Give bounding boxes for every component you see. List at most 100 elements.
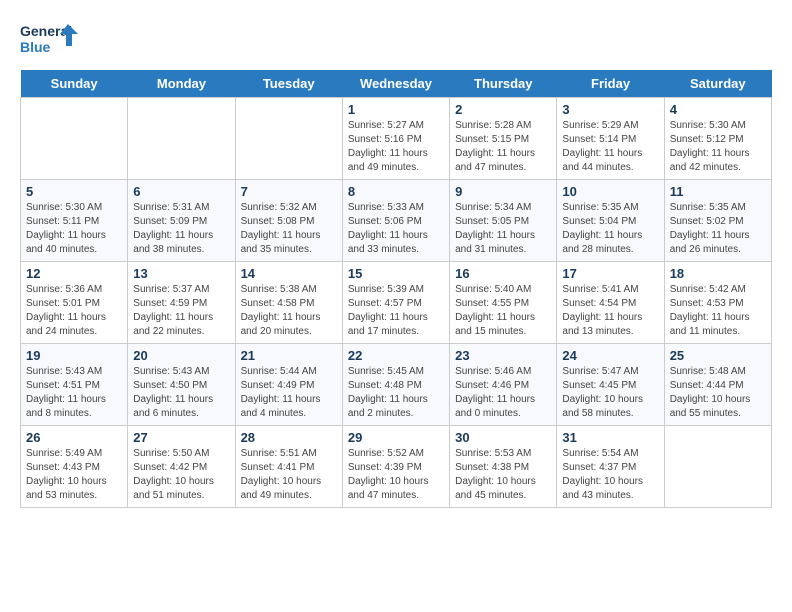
cell-info: Sunrise: 5:35 AM Sunset: 5:04 PM Dayligh…	[562, 201, 658, 257]
calendar-cell: 23 Sunrise: 5:46 AM Sunset: 4:46 PM Dayli…	[450, 344, 557, 426]
date-number: 3	[562, 102, 658, 117]
calendar-header: GeneralBlue	[20, 20, 772, 60]
cell-info: Sunrise: 5:34 AM Sunset: 5:05 PM Dayligh…	[455, 201, 551, 257]
cell-info: Sunrise: 5:51 AM Sunset: 4:41 PM Dayligh…	[241, 447, 337, 503]
cell-info: Sunrise: 5:32 AM Sunset: 5:08 PM Dayligh…	[241, 201, 337, 257]
cell-info: Sunrise: 5:48 AM Sunset: 4:44 PM Dayligh…	[670, 365, 766, 421]
logo-svg: GeneralBlue	[20, 20, 80, 60]
date-number: 11	[670, 184, 766, 199]
cell-info: Sunrise: 5:39 AM Sunset: 4:57 PM Dayligh…	[348, 283, 444, 339]
calendar-table: SundayMondayTuesdayWednesdayThursdayFrid…	[20, 70, 772, 508]
cell-info: Sunrise: 5:40 AM Sunset: 4:55 PM Dayligh…	[455, 283, 551, 339]
date-number: 27	[133, 430, 229, 445]
date-number: 31	[562, 430, 658, 445]
calendar-cell: 22 Sunrise: 5:45 AM Sunset: 4:48 PM Dayli…	[342, 344, 449, 426]
calendar-cell: 20 Sunrise: 5:43 AM Sunset: 4:50 PM Dayli…	[128, 344, 235, 426]
date-number: 29	[348, 430, 444, 445]
date-number: 4	[670, 102, 766, 117]
date-number: 7	[241, 184, 337, 199]
calendar-cell: 31 Sunrise: 5:54 AM Sunset: 4:37 PM Dayli…	[557, 426, 664, 508]
calendar-cell: 30 Sunrise: 5:53 AM Sunset: 4:38 PM Dayli…	[450, 426, 557, 508]
calendar-cell	[128, 98, 235, 180]
calendar-cell	[21, 98, 128, 180]
calendar-cell: 10 Sunrise: 5:35 AM Sunset: 5:04 PM Dayli…	[557, 180, 664, 262]
cell-info: Sunrise: 5:47 AM Sunset: 4:45 PM Dayligh…	[562, 365, 658, 421]
calendar-cell: 21Sunrise: 5:44 AM Sunset: 4:49 PM Dayli…	[235, 344, 342, 426]
day-header-thursday: Thursday	[450, 70, 557, 98]
week-row-5: 26 Sunrise: 5:49 AM Sunset: 4:43 PM Dayli…	[21, 426, 772, 508]
date-number: 23	[455, 348, 551, 363]
calendar-cell: 13 Sunrise: 5:37 AM Sunset: 4:59 PM Dayli…	[128, 262, 235, 344]
week-row-1: 1 Sunrise: 5:27 AM Sunset: 5:16 PM Daylig…	[21, 98, 772, 180]
date-number: 10	[562, 184, 658, 199]
date-number: 28	[241, 430, 337, 445]
date-number: 5	[26, 184, 122, 199]
week-row-2: 5 Sunrise: 5:30 AM Sunset: 5:11 PM Daylig…	[21, 180, 772, 262]
cell-info: Sunrise: 5:46 AM Sunset: 4:46 PM Dayligh…	[455, 365, 551, 421]
svg-text:Blue: Blue	[20, 39, 51, 55]
cell-info: Sunrise: 5:30 AM Sunset: 5:12 PM Dayligh…	[670, 119, 766, 175]
cell-info: Sunrise: 5:43 AM Sunset: 4:50 PM Dayligh…	[133, 365, 229, 421]
cell-info: Sunrise: 5:33 AM Sunset: 5:06 PM Dayligh…	[348, 201, 444, 257]
date-number: 18	[670, 266, 766, 281]
date-number: 1	[348, 102, 444, 117]
calendar-cell: 1 Sunrise: 5:27 AM Sunset: 5:16 PM Daylig…	[342, 98, 449, 180]
cell-info: Sunrise: 5:53 AM Sunset: 4:38 PM Dayligh…	[455, 447, 551, 503]
day-header-tuesday: Tuesday	[235, 70, 342, 98]
calendar-cell: 12 Sunrise: 5:36 AM Sunset: 5:01 PM Dayli…	[21, 262, 128, 344]
date-number: 25	[670, 348, 766, 363]
cell-info: Sunrise: 5:43 AM Sunset: 4:51 PM Dayligh…	[26, 365, 122, 421]
day-header-saturday: Saturday	[664, 70, 771, 98]
cell-info: Sunrise: 5:42 AM Sunset: 4:53 PM Dayligh…	[670, 283, 766, 339]
date-number: 17	[562, 266, 658, 281]
date-number: 16	[455, 266, 551, 281]
calendar-cell: 8 Sunrise: 5:33 AM Sunset: 5:06 PM Daylig…	[342, 180, 449, 262]
calendar-cell: 26 Sunrise: 5:49 AM Sunset: 4:43 PM Dayli…	[21, 426, 128, 508]
date-number: 9	[455, 184, 551, 199]
date-number: 2	[455, 102, 551, 117]
date-number: 21	[241, 348, 337, 363]
calendar-cell: 29 Sunrise: 5:52 AM Sunset: 4:39 PM Dayli…	[342, 426, 449, 508]
day-header-friday: Friday	[557, 70, 664, 98]
calendar-cell	[235, 98, 342, 180]
calendar-cell: 17 Sunrise: 5:41 AM Sunset: 4:54 PM Dayli…	[557, 262, 664, 344]
cell-info: Sunrise: 5:29 AM Sunset: 5:14 PM Dayligh…	[562, 119, 658, 175]
cell-info: Sunrise: 5:27 AM Sunset: 5:16 PM Dayligh…	[348, 119, 444, 175]
date-number: 15	[348, 266, 444, 281]
week-row-3: 12 Sunrise: 5:36 AM Sunset: 5:01 PM Dayli…	[21, 262, 772, 344]
cell-info: Sunrise: 5:36 AM Sunset: 5:01 PM Dayligh…	[26, 283, 122, 339]
cell-info: Sunrise: 5:30 AM Sunset: 5:11 PM Dayligh…	[26, 201, 122, 257]
calendar-cell: 16 Sunrise: 5:40 AM Sunset: 4:55 PM Dayli…	[450, 262, 557, 344]
day-header-wednesday: Wednesday	[342, 70, 449, 98]
cell-info: Sunrise: 5:49 AM Sunset: 4:43 PM Dayligh…	[26, 447, 122, 503]
cell-info: Sunrise: 5:37 AM Sunset: 4:59 PM Dayligh…	[133, 283, 229, 339]
calendar-cell: 25 Sunrise: 5:48 AM Sunset: 4:44 PM Dayli…	[664, 344, 771, 426]
cell-info: Sunrise: 5:41 AM Sunset: 4:54 PM Dayligh…	[562, 283, 658, 339]
cell-info: Sunrise: 5:54 AM Sunset: 4:37 PM Dayligh…	[562, 447, 658, 503]
week-row-4: 19 Sunrise: 5:43 AM Sunset: 4:51 PM Dayli…	[21, 344, 772, 426]
date-number: 19	[26, 348, 122, 363]
date-number: 26	[26, 430, 122, 445]
calendar-cell: 11Sunrise: 5:35 AM Sunset: 5:02 PM Dayli…	[664, 180, 771, 262]
cell-info: Sunrise: 5:50 AM Sunset: 4:42 PM Dayligh…	[133, 447, 229, 503]
cell-info: Sunrise: 5:28 AM Sunset: 5:15 PM Dayligh…	[455, 119, 551, 175]
date-number: 13	[133, 266, 229, 281]
date-number: 22	[348, 348, 444, 363]
calendar-cell: 9 Sunrise: 5:34 AM Sunset: 5:05 PM Daylig…	[450, 180, 557, 262]
cell-info: Sunrise: 5:31 AM Sunset: 5:09 PM Dayligh…	[133, 201, 229, 257]
calendar-cell: 3 Sunrise: 5:29 AM Sunset: 5:14 PM Daylig…	[557, 98, 664, 180]
day-header-sunday: Sunday	[21, 70, 128, 98]
date-number: 12	[26, 266, 122, 281]
date-number: 20	[133, 348, 229, 363]
calendar-cell: 28 Sunrise: 5:51 AM Sunset: 4:41 PM Dayli…	[235, 426, 342, 508]
calendar-cell: 19 Sunrise: 5:43 AM Sunset: 4:51 PM Dayli…	[21, 344, 128, 426]
cell-info: Sunrise: 5:45 AM Sunset: 4:48 PM Dayligh…	[348, 365, 444, 421]
calendar-cell: 2 Sunrise: 5:28 AM Sunset: 5:15 PM Daylig…	[450, 98, 557, 180]
logo: GeneralBlue	[20, 20, 80, 60]
calendar-cell: 4 Sunrise: 5:30 AM Sunset: 5:12 PM Daylig…	[664, 98, 771, 180]
calendar-cell: 14Sunrise: 5:38 AM Sunset: 4:58 PM Dayli…	[235, 262, 342, 344]
cell-info: Sunrise: 5:52 AM Sunset: 4:39 PM Dayligh…	[348, 447, 444, 503]
date-number: 8	[348, 184, 444, 199]
date-number: 30	[455, 430, 551, 445]
date-number: 6	[133, 184, 229, 199]
